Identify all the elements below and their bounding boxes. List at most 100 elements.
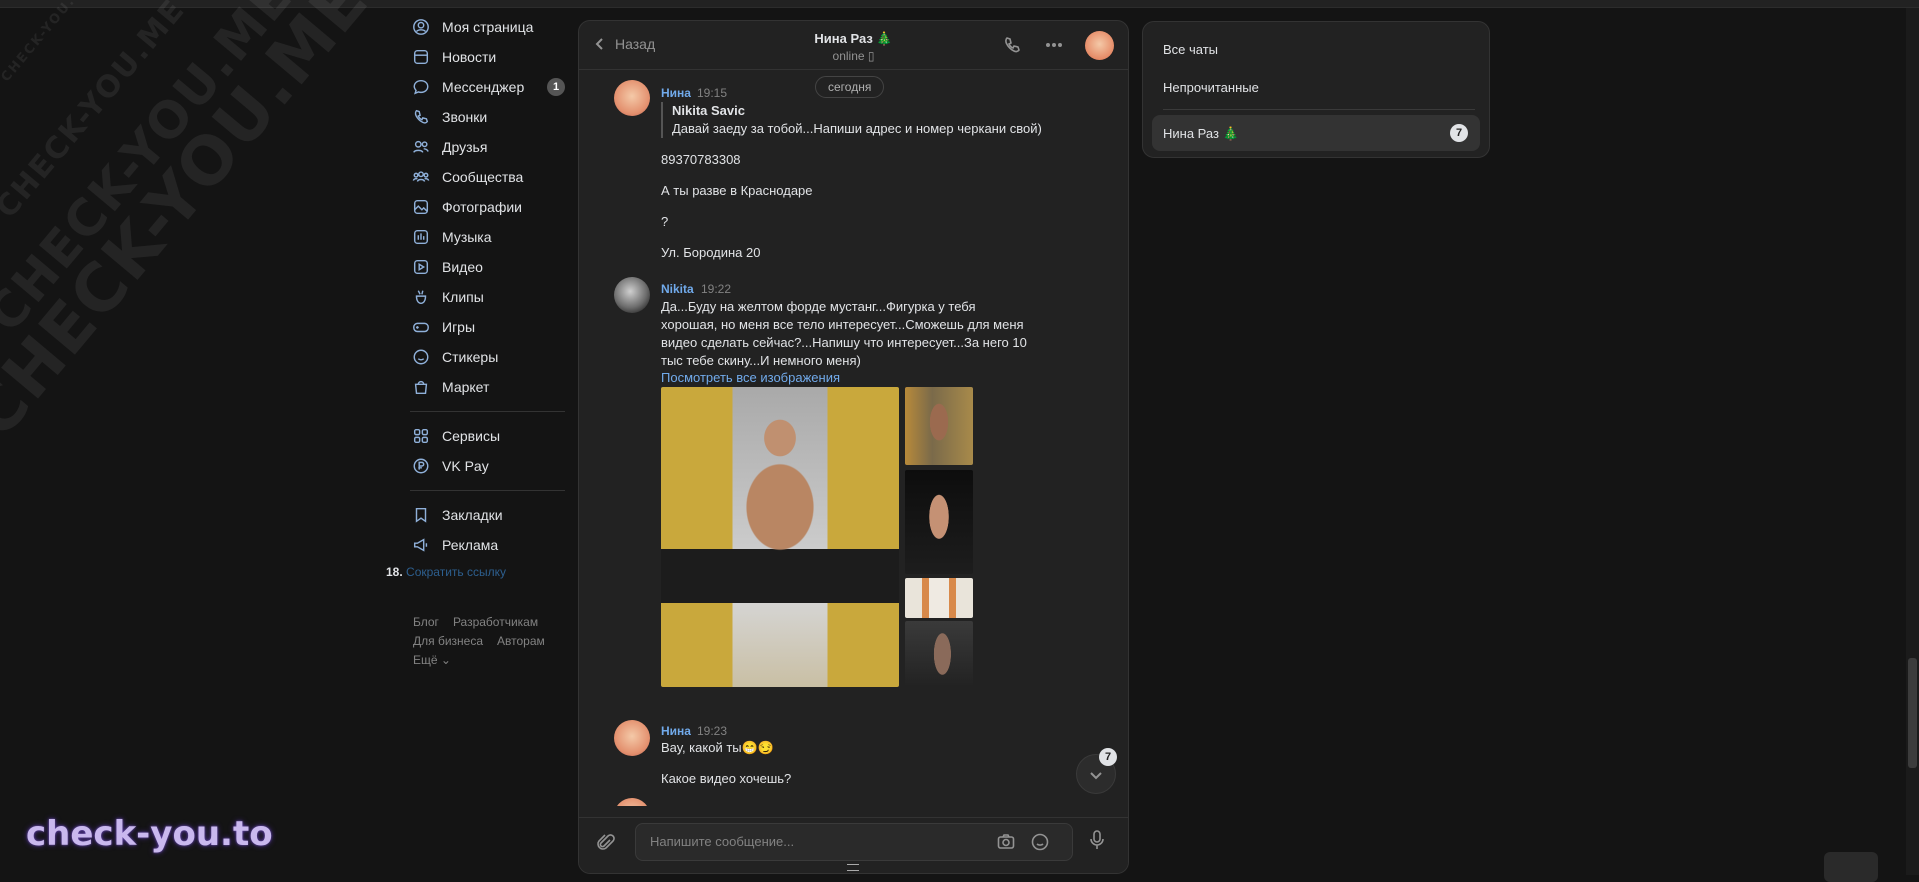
- user-circle-icon: [410, 17, 432, 37]
- sidebar-item-friends[interactable]: Друзья: [410, 132, 565, 162]
- photo-attachment[interactable]: [905, 578, 973, 618]
- chat-window: Назад Нина Раз 🎄 online ▯ сегодня Нина 1…: [578, 20, 1129, 874]
- sidebar-item-label: Клипы: [442, 289, 484, 305]
- sidebar-item-label: Музыка: [442, 229, 492, 245]
- chevron-down-icon: [1090, 772, 1102, 780]
- shortlink-number: 18.: [386, 565, 403, 579]
- paperclip-icon[interactable]: [595, 832, 617, 857]
- nav-divider: [410, 490, 565, 491]
- message-author[interactable]: Нина: [661, 724, 691, 738]
- footer-link-blog[interactable]: Блог: [413, 615, 439, 629]
- photo-attachment[interactable]: [905, 470, 973, 574]
- sidebar-item-stickers[interactable]: Стикеры: [410, 342, 565, 372]
- photo-attachment[interactable]: [905, 387, 973, 465]
- reply-author: Nikita Savic: [672, 103, 745, 118]
- footer-link-authors[interactable]: Авторам: [497, 634, 545, 648]
- sidebar-item-vkpay[interactable]: VK Pay: [410, 451, 565, 481]
- floating-button[interactable]: [1824, 852, 1878, 882]
- sidebar-item-video[interactable]: Видео: [410, 252, 565, 282]
- market-icon: [410, 377, 432, 397]
- video-icon: [410, 257, 432, 277]
- friends-icon: [410, 137, 432, 157]
- emoji-icon[interactable]: [1030, 832, 1050, 855]
- avatar[interactable]: [614, 80, 650, 116]
- footer-link-devs[interactable]: Разработчикам: [453, 615, 538, 629]
- call-icon[interactable]: [1002, 35, 1022, 58]
- date-divider: сегодня: [815, 76, 885, 98]
- games-icon: [410, 317, 432, 337]
- folder-chat-label: Нина Раз 🎄: [1163, 126, 1239, 141]
- shortlink-extension[interactable]: 18. Сократить ссылку: [386, 565, 506, 579]
- sidebar-item-bookmarks[interactable]: Закладки: [410, 500, 565, 530]
- sidebar-item-ads[interactable]: Реклама: [410, 530, 565, 560]
- footer-link-more[interactable]: Ещё ⌄: [413, 653, 451, 667]
- avatar[interactable]: [614, 277, 650, 313]
- folder-all-chats[interactable]: Все чаты: [1163, 42, 1218, 57]
- avatar[interactable]: [614, 720, 650, 756]
- page-scrollbar[interactable]: [1906, 8, 1919, 875]
- unread-counter: 7: [1099, 748, 1117, 766]
- vkpay-icon: [410, 456, 432, 476]
- camera-icon[interactable]: [996, 832, 1016, 855]
- sidebar-item-label: Мессенджер: [442, 79, 525, 95]
- folder-divider: [1163, 109, 1475, 110]
- shortlink-link[interactable]: Сократить ссылку: [406, 565, 506, 579]
- message-text: Ул. Бородина 20: [661, 245, 761, 260]
- avatar[interactable]: [614, 798, 650, 806]
- message-icon: [410, 77, 432, 97]
- nav-divider: [410, 411, 565, 412]
- sidebar-item-label: Новости: [442, 49, 497, 65]
- resize-handle[interactable]: [847, 864, 859, 871]
- message-time: 19:23: [697, 724, 728, 738]
- sidebar-item-communities[interactable]: Сообщества: [410, 162, 565, 192]
- folder-unread[interactable]: Непрочитанные: [1163, 80, 1259, 95]
- sidebar-item-calls[interactable]: Звонки: [410, 102, 565, 132]
- sidebar-item-services[interactable]: Сервисы: [410, 421, 565, 451]
- bookmark-icon: [410, 505, 432, 525]
- footer-link-business[interactable]: Для бизнеса: [413, 634, 483, 648]
- sidebar-item-label: Реклама: [442, 537, 499, 553]
- sidebar-item-news[interactable]: Новости: [410, 42, 565, 72]
- message-input[interactable]: [648, 833, 982, 850]
- watermark-brand: check-you.to: [26, 814, 273, 854]
- message-text: Да...Буду на желтом форде мустанг...Фигу…: [661, 299, 1027, 368]
- sidebar-item-label: Моя страница: [442, 19, 534, 35]
- photo-attachment[interactable]: [661, 387, 899, 687]
- sidebar-item-label: Закладки: [442, 507, 503, 523]
- sidebar-item-label: Стикеры: [442, 349, 499, 365]
- message-author[interactable]: Nikita: [661, 282, 694, 296]
- message-text: 89370783308: [661, 152, 741, 167]
- sidebar-item-clips[interactable]: Клипы: [410, 282, 565, 312]
- chat-header: Назад Нина Раз 🎄 online ▯: [579, 21, 1128, 70]
- peer-avatar[interactable]: [1085, 31, 1114, 60]
- sidebar-item-games[interactable]: Игры: [410, 312, 565, 342]
- message-input-box[interactable]: [635, 823, 1073, 861]
- photos-icon: [410, 197, 432, 217]
- clips-icon: [410, 287, 432, 307]
- sidebar-item-photos[interactable]: Фотографии: [410, 192, 565, 222]
- message-author[interactable]: Нина: [661, 86, 691, 100]
- music-icon: [410, 227, 432, 247]
- sidebar-item-label: Игры: [442, 319, 476, 335]
- sidebar-item-my-page[interactable]: Моя страница: [410, 12, 565, 42]
- sidebar-item-music[interactable]: Музыка: [410, 222, 565, 252]
- sidebar-item-label: VK Pay: [442, 458, 489, 474]
- more-icon[interactable]: [1044, 35, 1064, 58]
- sidebar-item-market[interactable]: Маркет: [410, 372, 565, 402]
- message-history[interactable]: сегодня Нина 19:15 Nikita Savic Давай за…: [579, 70, 1128, 806]
- sidebar-item-label: Сообщества: [442, 169, 524, 185]
- microphone-icon[interactable]: [1087, 829, 1107, 854]
- scrollbar-thumb[interactable]: [1908, 658, 1917, 768]
- sidebar-item-label: Сервисы: [442, 428, 501, 444]
- message-time: 19:15: [697, 86, 728, 100]
- folder-active-chat[interactable]: Нина Раз 🎄 7: [1152, 115, 1480, 151]
- services-icon: [410, 426, 432, 446]
- view-all-images-link[interactable]: Посмотреть все изображения: [661, 370, 840, 385]
- folder-chat-count: 7: [1450, 124, 1468, 142]
- reply-quote[interactable]: Nikita Savic Давай заеду за тобой...Напи…: [661, 102, 1042, 138]
- sidebar-item-messenger[interactable]: Мессенджер 1: [410, 72, 565, 102]
- chat-folders-panel: Все чаты Непрочитанные Нина Раз 🎄 7: [1142, 21, 1490, 158]
- photo-attachment[interactable]: [905, 621, 973, 687]
- news-icon: [410, 47, 432, 67]
- sidebar-nav: Моя страница Новости Мессенджер 1 Звонки…: [410, 12, 565, 560]
